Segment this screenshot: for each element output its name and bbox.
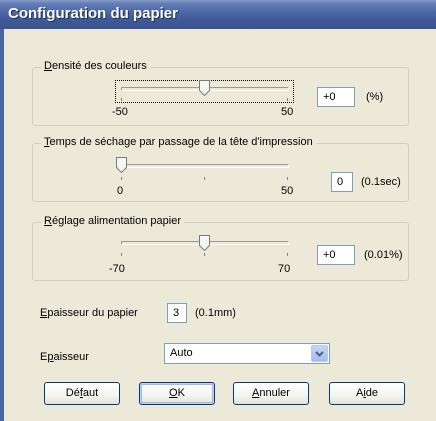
feed-value-field[interactable]: +0 [317,245,355,265]
drying-tick-mid [204,177,205,180]
default-button[interactable]: Défaut [44,382,120,405]
density-slider-thumb[interactable] [199,80,210,96]
drying-tick-min [121,177,122,180]
drying-min-label: 0 [117,185,124,197]
density-label: Densité des couleurs [41,60,150,72]
window-title: Configuration du papier [8,5,178,22]
chevron-down-icon[interactable] [311,345,328,362]
feed-max-label: 70 [278,263,291,275]
drying-max-label: 50 [281,185,294,197]
feed-label: Réglage alimentation papier [41,215,184,227]
help-button[interactable]: Aide [329,382,405,405]
feed-slider-thumb[interactable] [199,235,210,251]
paper-config-dialog: Configuration du papier Densité des coul… [0,0,436,421]
thickness-label: Epaisseur du papier [40,307,138,319]
platen-label: Epaisseur [40,351,89,363]
ok-button[interactable]: OK [139,382,215,405]
density-tick-min [121,98,122,101]
drying-value-field[interactable]: 0 [331,172,353,192]
feed-tick-max [287,253,288,256]
platen-selected-value: Auto [170,347,193,359]
window-frame-left [0,29,4,421]
thickness-value-field[interactable]: 3 [167,303,187,323]
cancel-button[interactable]: Annuler [233,382,309,405]
platen-select[interactable]: Auto [164,343,330,364]
density-max-label: 50 [281,106,294,118]
title-bar[interactable]: Configuration du papier [0,0,436,29]
drying-label: Temps de séchage par passage de la tête … [41,136,316,148]
thickness-unit: (0.1mm) [195,307,236,319]
feed-min-label: -70 [109,263,125,275]
density-min-label: -50 [112,106,128,118]
drying-slider-track[interactable] [121,164,289,168]
feed-tick-mid [204,253,205,256]
density-value-field[interactable]: +0 [317,87,355,107]
feed-tick-min [121,253,122,256]
drying-unit: (0.1sec) [361,176,401,188]
feed-unit: (0.01%) [364,249,403,261]
density-tick-max [287,98,288,101]
drying-slider-thumb[interactable] [116,157,127,173]
density-unit: (%) [366,91,384,103]
drying-tick-max [287,177,288,180]
